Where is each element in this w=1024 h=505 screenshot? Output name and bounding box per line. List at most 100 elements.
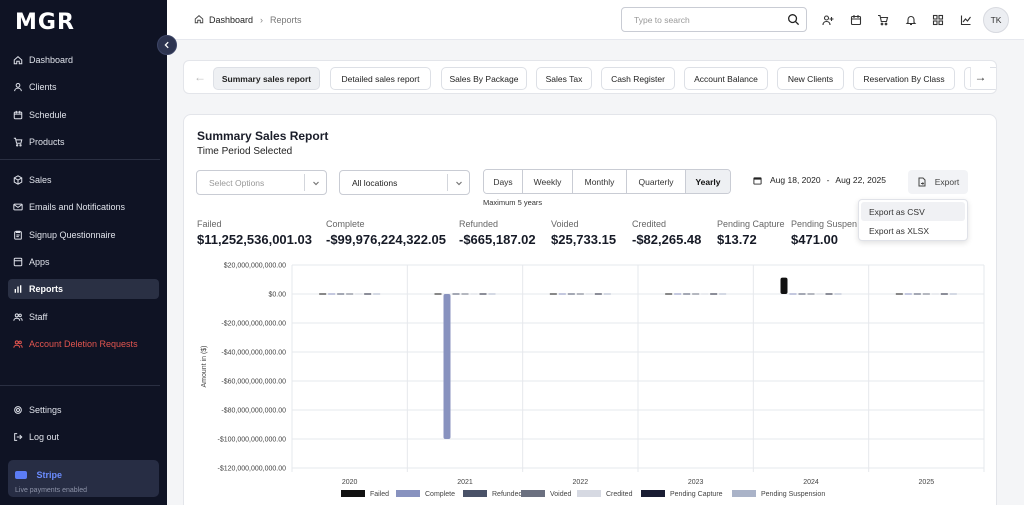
bar-voided — [576, 293, 584, 295]
y-tick-label: -$60,000,000,000.00 — [221, 379, 286, 386]
stat-label: Failed — [197, 219, 222, 229]
stat-value: $11,252,536,001.03 — [197, 232, 312, 247]
calendar-icon[interactable] — [848, 12, 864, 28]
tab-detailed-sales-report[interactable]: Detailed sales report — [330, 67, 431, 90]
sidebar: MGR Dashboard Clients Schedule Products … — [0, 0, 167, 505]
sidebar-item-clients[interactable]: Clients — [8, 77, 159, 97]
tabs-next-arrow-icon[interactable]: → — [970, 67, 990, 87]
y-tick-label: -$80,000,000,000.00 — [221, 408, 286, 415]
options-select-value: Select Options — [209, 178, 265, 188]
stat-label: Pending Capture — [717, 219, 785, 229]
sidebar-item-staff[interactable]: Staff — [8, 307, 159, 327]
bar-credited — [585, 293, 593, 295]
bell-icon[interactable] — [903, 12, 919, 28]
search-icon[interactable] — [787, 13, 800, 26]
stripe-status-card[interactable]: Stripe Live payments enabled — [8, 460, 159, 497]
bar-pending-suspension — [719, 293, 727, 295]
stat-value: -$99,976,224,322.05 — [326, 232, 446, 247]
search-input[interactable]: Type to search — [634, 15, 690, 25]
breadcrumb-chevron-icon: › — [260, 15, 264, 25]
stat-label: Voided — [551, 219, 579, 229]
sidebar-item-dashboard[interactable]: Dashboard — [8, 50, 159, 70]
calendar-icon — [13, 110, 23, 120]
y-tick-label: -$40,000,000,000.00 — [221, 350, 286, 357]
legend-swatch — [641, 490, 665, 497]
bar-voided — [346, 293, 354, 295]
legend-swatch — [396, 490, 420, 497]
bar-pending-suspension — [949, 293, 957, 295]
tab-cash-register[interactable]: Cash Register — [601, 67, 675, 90]
stripe-title: Stripe — [36, 469, 62, 480]
cart-icon[interactable] — [875, 12, 891, 28]
home-icon[interactable] — [194, 14, 204, 26]
bar-failed — [319, 293, 327, 295]
legend-label: Complete — [425, 491, 455, 498]
tab-sales-by-package[interactable]: Sales By Package — [441, 67, 527, 90]
sidebar-item-settings[interactable]: Settings — [8, 400, 159, 420]
sidebar-item-apps[interactable]: Apps — [8, 252, 159, 272]
legend-swatch — [463, 490, 487, 497]
stat-value: $471.00 — [791, 232, 838, 247]
period-quarterly[interactable]: Quarterly — [627, 170, 686, 193]
tab-new-clients[interactable]: New Clients — [777, 67, 844, 90]
bar-voided — [461, 293, 469, 295]
tab-sales-tax[interactable]: Sales Tax — [536, 67, 592, 90]
bar-complete — [904, 293, 912, 295]
location-select[interactable]: All locations — [339, 170, 470, 195]
bar-complete — [558, 293, 566, 295]
tab-account-balance[interactable]: Account Balance — [684, 67, 768, 90]
sidebar-item-label: Sales — [29, 175, 52, 186]
grid-icon[interactable] — [930, 12, 946, 28]
date-range-picker[interactable]: Aug 18, 2020 - Aug 22, 2025 — [753, 175, 886, 185]
sidebar-item-products[interactable]: Products — [8, 132, 159, 152]
sidebar-item-signup-questionnaire[interactable]: Signup Questionnaire — [8, 225, 159, 245]
tab-reservation-by-class[interactable]: Reservation By Class — [853, 67, 955, 90]
trend-chart-icon[interactable] — [958, 12, 974, 28]
legend-label: Pending Capture — [670, 491, 723, 498]
period-days[interactable]: Days — [484, 170, 523, 193]
bar-complete — [674, 293, 682, 295]
bar-credited — [816, 293, 824, 295]
export-xlsx-option[interactable]: Export as XLSX — [861, 221, 965, 240]
bar-failed — [665, 293, 673, 295]
sidebar-item-logout[interactable]: Log out — [8, 427, 159, 447]
x-tick-label: 2024 — [803, 479, 819, 486]
tab-summary-sales-report[interactable]: Summary sales report — [213, 67, 320, 90]
export-csv-option[interactable]: Export as CSV — [861, 202, 965, 221]
avatar[interactable]: TK — [983, 7, 1009, 33]
sidebar-item-emails[interactable]: Emails and Notifications — [8, 197, 159, 217]
breadcrumb-dashboard[interactable]: Dashboard — [209, 15, 253, 25]
stat-label: Credited — [632, 219, 667, 229]
bar-refunded — [913, 293, 921, 295]
options-select[interactable]: Select Options — [196, 170, 327, 195]
clipboard-icon — [13, 230, 23, 240]
sidebar-item-label: Apps — [29, 257, 50, 268]
period-yearly[interactable]: Yearly — [686, 170, 730, 193]
y-tick-label: -$20,000,000,000.00 — [221, 321, 286, 328]
sidebar-item-reports[interactable]: Reports — [8, 279, 159, 300]
sidebar-item-label: Signup Questionnaire — [29, 229, 116, 240]
bar-chart-icon — [13, 284, 23, 294]
export-button[interactable]: Export — [908, 170, 968, 194]
add-user-icon[interactable] — [820, 12, 836, 28]
stat-refunded: Refunded -$665,187.02 — [459, 219, 536, 247]
sidebar-item-label: Settings — [29, 405, 62, 415]
tabs-prev-arrow-icon[interactable]: ← — [190, 67, 210, 87]
sidebar-divider — [0, 159, 160, 161]
y-tick-label: -$100,000,000,000.00 — [217, 437, 286, 444]
sidebar-item-label: Log out — [29, 432, 60, 443]
chevron-down-icon — [304, 174, 326, 191]
y-tick-label: -$120,000,000,000.00 — [217, 466, 286, 473]
apps-icon — [13, 257, 23, 267]
sidebar-item-schedule[interactable]: Schedule — [8, 105, 159, 125]
period-monthly[interactable]: Monthly — [573, 170, 627, 193]
report-tabs: ← Summary sales report Detailed sales re… — [183, 60, 997, 94]
sidebar-item-account-deletion[interactable]: Account Deletion Requests — [8, 334, 159, 354]
period-weekly[interactable]: Weekly — [523, 170, 573, 193]
search-box[interactable]: Type to search — [621, 7, 807, 32]
sidebar-item-sales[interactable]: Sales — [8, 170, 159, 190]
stat-value: $25,733.15 — [551, 232, 617, 247]
x-tick-label: 2025 — [919, 479, 935, 486]
legend-label: Pending Suspension — [761, 491, 825, 498]
collapse-sidebar-button[interactable] — [157, 35, 177, 55]
